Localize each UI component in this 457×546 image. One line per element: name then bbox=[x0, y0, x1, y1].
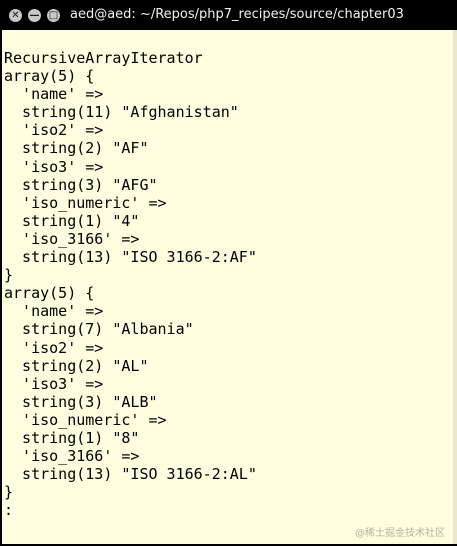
close-button[interactable]: ✕ bbox=[9, 9, 22, 22]
terminal-line: string(1) "4" bbox=[4, 211, 140, 230]
minimize-button[interactable]: — bbox=[28, 9, 41, 22]
output-lines: RecursiveArrayIterator array(5) { 'name' … bbox=[4, 49, 257, 519]
maximize-button[interactable]: □ bbox=[47, 9, 60, 22]
terminal-line: string(3) "ALB" bbox=[4, 392, 158, 411]
window-title: aed@aed: ~/Repos/php7_recipes/source/cha… bbox=[70, 7, 404, 22]
terminal-line: RecursiveArrayIterator bbox=[4, 49, 203, 67]
terminal-window: ✕ — □ aed@aed: ~/Repos/php7_recipes/sour… bbox=[0, 0, 457, 546]
terminal-line: 'name' => bbox=[4, 85, 104, 104]
terminal-line: string(2) "AF" bbox=[4, 139, 149, 158]
terminal-line: 'iso3' => bbox=[4, 374, 104, 393]
title-bar: ✕ — □ aed@aed: ~/Repos/php7_recipes/sour… bbox=[0, 0, 457, 30]
terminal-line: string(2) "AL" bbox=[4, 356, 149, 375]
terminal-line: string(13) "ISO 3166-2:AL" bbox=[4, 465, 257, 484]
scrollbar[interactable] bbox=[453, 30, 457, 544]
terminal-line: 'iso_numeric' => bbox=[4, 193, 167, 212]
terminal-line: array(5) { bbox=[4, 284, 95, 303]
terminal-line: string(11) "Afghanistan" bbox=[4, 103, 239, 122]
terminal-line: : bbox=[4, 501, 14, 520]
terminal-line: 'iso3' => bbox=[4, 157, 104, 176]
terminal-line: 'iso_3166' => bbox=[4, 447, 140, 466]
terminal-line: } bbox=[4, 483, 14, 502]
terminal-line: 'iso2' => bbox=[4, 121, 104, 140]
terminal-line: 'name' => bbox=[4, 302, 104, 321]
terminal-line: array(5) { bbox=[4, 67, 95, 86]
terminal-line: string(13) "ISO 3166-2:AF" bbox=[4, 248, 257, 267]
terminal-output[interactable]: RecursiveArrayIterator array(5) { 'name' … bbox=[2, 30, 453, 544]
terminal-line: string(7) "Albania" bbox=[4, 320, 194, 339]
terminal-line: 'iso_3166' => bbox=[4, 229, 140, 248]
terminal-line: 'iso2' => bbox=[4, 338, 104, 357]
terminal-line: string(1) "8" bbox=[4, 428, 140, 447]
watermark: @稀土掘金技术社区 bbox=[355, 528, 445, 539]
terminal-line: } bbox=[4, 266, 14, 285]
terminal-line: string(3) "AFG" bbox=[4, 175, 158, 194]
terminal-line: 'iso_numeric' => bbox=[4, 410, 167, 429]
